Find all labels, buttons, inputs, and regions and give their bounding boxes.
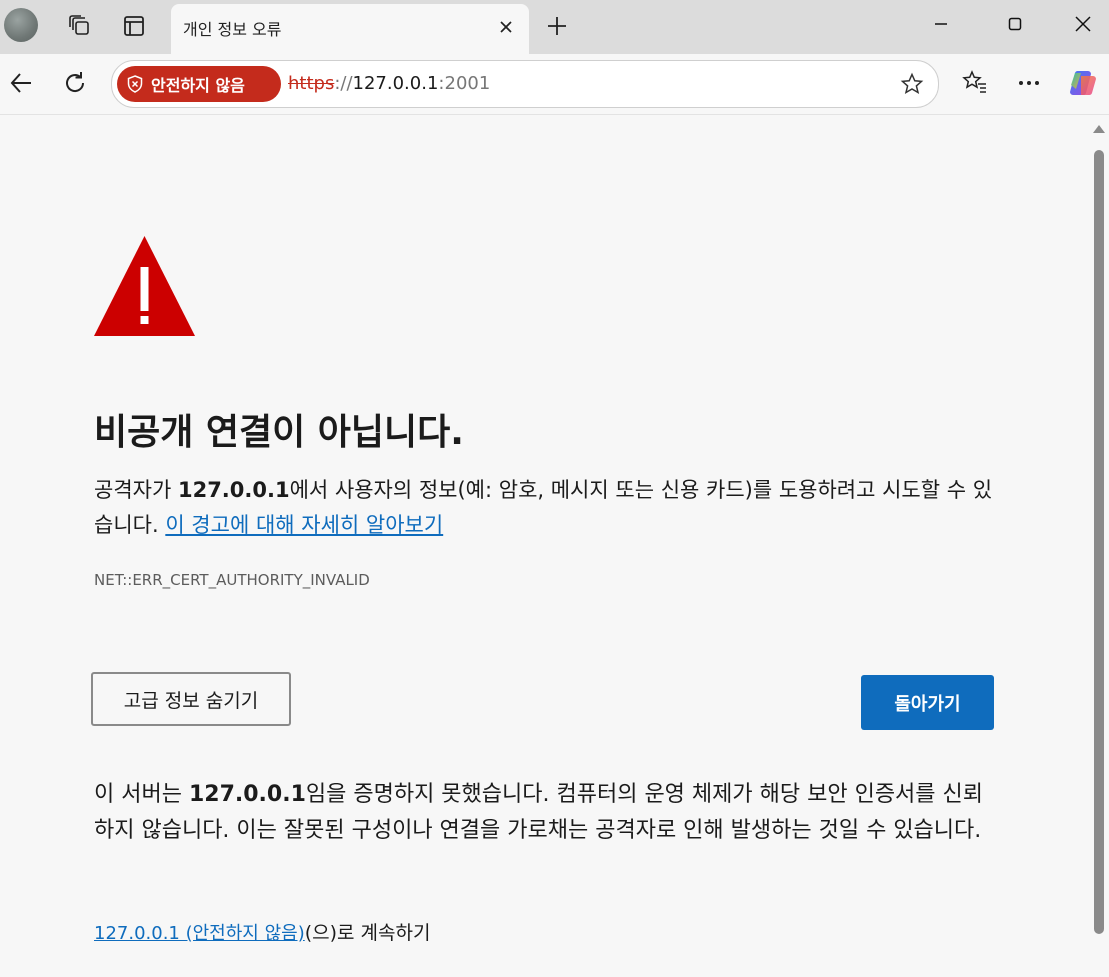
hide-advanced-button[interactable]: 고급 정보 숨기기 [91,672,291,726]
new-tab-button[interactable] [541,10,573,42]
address-bar[interactable]: 안전하지 않음 https://127.0.0.1:2001 [111,60,939,108]
shield-warning-icon [127,75,143,93]
not-secure-badge[interactable]: 안전하지 않음 [117,66,281,102]
copilot-icon[interactable] [1066,66,1100,100]
go-back-button[interactable]: 돌아가기 [861,675,994,730]
page-title: 비공개 연결이 아닙니다. [94,412,464,453]
refresh-icon[interactable] [58,66,92,100]
proceed-suffix: (으)로 계속하기 [304,922,431,944]
proceed-line: 127.0.0.1 (안전하지 않음)(으)로 계속하기 [94,918,430,945]
active-tab[interactable]: 개인 정보 오류 [171,4,529,54]
tab-strip: 개인 정보 오류 [0,0,1109,54]
vertical-scrollbar[interactable] [1089,115,1109,977]
browser-window: 개인 정보 오류 안전하지 않음 https://127.0.0.1:2001 … [0,0,1109,977]
minimize-icon[interactable] [918,6,964,42]
url-scheme: https [288,73,335,94]
warning-description: 공격자가 127.0.0.1에서 사용자의 정보(예: 암호, 메시지 또는 신… [94,473,994,543]
details-prefix: 이 서버는 [94,782,189,807]
warning-triangle-icon [94,236,195,341]
maximize-icon[interactable] [992,6,1038,42]
add-favorite-star-icon[interactable] [898,70,926,98]
close-window-icon[interactable] [1060,6,1106,42]
desc-host: 127.0.0.1 [177,478,290,502]
navigation-toolbar: 안전하지 않음 https://127.0.0.1:2001 [0,54,1109,115]
scroll-thumb[interactable] [1094,150,1104,934]
details-host: 127.0.0.1 [188,782,306,807]
close-tab-icon[interactable] [493,14,519,40]
learn-more-link[interactable]: 이 경고에 대해 자세히 알아보기 [165,513,443,537]
profile-avatar[interactable] [4,8,38,42]
error-code: NET::ERR_CERT_AUTHORITY_INVALID [94,571,370,589]
not-secure-label: 안전하지 않음 [151,76,245,95]
url-host: 127.0.0.1 [352,73,439,94]
tab-actions-icon[interactable] [118,10,150,42]
scroll-up-arrow-icon[interactable] [1093,125,1105,133]
error-page: 비공개 연결이 아닙니다. 공격자가 127.0.0.1에서 사용자의 정보(예… [0,115,1089,977]
proceed-unsafe-link[interactable]: 127.0.0.1 (안전하지 않음) [94,923,305,944]
favorites-icon[interactable] [958,66,992,100]
more-options-icon[interactable] [1012,66,1046,100]
advanced-details: 이 서버는 127.0.0.1임을 증명하지 못했습니다. 컴퓨터의 운영 체제… [94,777,994,849]
url-port: :2001 [438,73,491,94]
url-text[interactable]: https://127.0.0.1:2001 [288,73,490,94]
back-arrow-icon[interactable] [4,66,38,100]
desc-prefix: 공격자가 [94,478,178,502]
tab-title: 개인 정보 오류 [183,20,282,39]
url-separator: :// [334,73,353,94]
workspaces-icon[interactable] [64,10,96,42]
